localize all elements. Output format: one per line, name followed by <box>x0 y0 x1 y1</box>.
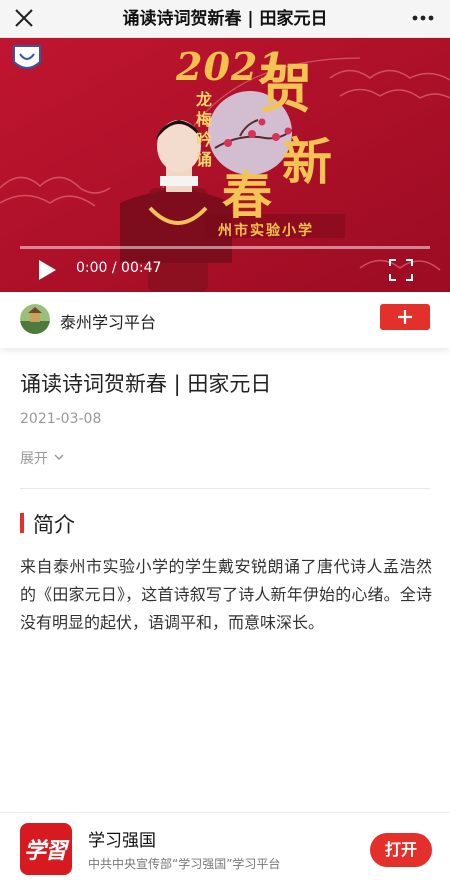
overlay-char-he: 贺 <box>258 56 312 120</box>
overlay-char-xin: 新 <box>282 132 332 191</box>
top-nav-bar: 诵读诗词贺新春 | 田家元日 <box>0 0 450 38</box>
intro-text: 来自泰州市实验小学的学生戴安锐朗诵了唐代诗人孟浩然的《田家元日》，这首诗叙写了诗… <box>20 557 432 632</box>
article-title: 诵读诗词贺新春 | 田家元日 <box>20 372 272 396</box>
divider <box>20 488 430 489</box>
more-dots-icon[interactable] <box>408 4 438 32</box>
overlay-school-name: 州市实验小学 <box>218 223 314 239</box>
app-download-banner: 学習 学习强国 中共中央宣传部“学习强国”学习平台 打开 <box>0 812 450 880</box>
open-app-button[interactable]: 打开 <box>370 833 432 867</box>
plus-icon <box>398 310 412 324</box>
expand-toggle[interactable]: 展开 <box>20 448 64 468</box>
chevron-down-icon <box>54 454 64 460</box>
time-display: 0:00 / 00:47 <box>76 260 162 276</box>
video-controls: 0:00 / 00:47 <box>0 238 450 292</box>
app-logo-text: 学習 <box>24 838 67 864</box>
close-icon[interactable] <box>10 4 38 32</box>
progress-bar[interactable] <box>20 246 430 249</box>
channel-name[interactable]: 泰州学习平台 <box>60 309 156 333</box>
publish-date: 2021-03-08 <box>20 411 102 427</box>
fullscreen-icon[interactable] <box>388 258 414 282</box>
channel-row: 泰州学习平台 <box>0 292 450 348</box>
follow-button[interactable] <box>380 304 430 330</box>
section-title: 简介 <box>33 513 75 537</box>
app-name: 学习强国 <box>88 831 156 851</box>
overlay-vertical-text: 龙梅吟诵 <box>196 90 213 169</box>
app-description: 中共中央宣传部“学习强国”学习平台 <box>88 857 281 871</box>
section-accent-bar <box>20 513 24 533</box>
expand-label: 展开 <box>20 451 48 467</box>
app-logo: 学習 <box>20 823 72 875</box>
overlay-char-chun: 春 <box>222 166 272 225</box>
avatar[interactable] <box>20 304 50 334</box>
play-icon[interactable] <box>36 258 58 282</box>
video-player[interactable]: 2021 龙梅吟诵 贺 新 春 州市实验小学 0:00 / 00:47 <box>0 38 450 292</box>
page-title: 诵读诗词贺新春 | 田家元日 <box>122 9 328 29</box>
school-badge-icon <box>13 45 41 69</box>
